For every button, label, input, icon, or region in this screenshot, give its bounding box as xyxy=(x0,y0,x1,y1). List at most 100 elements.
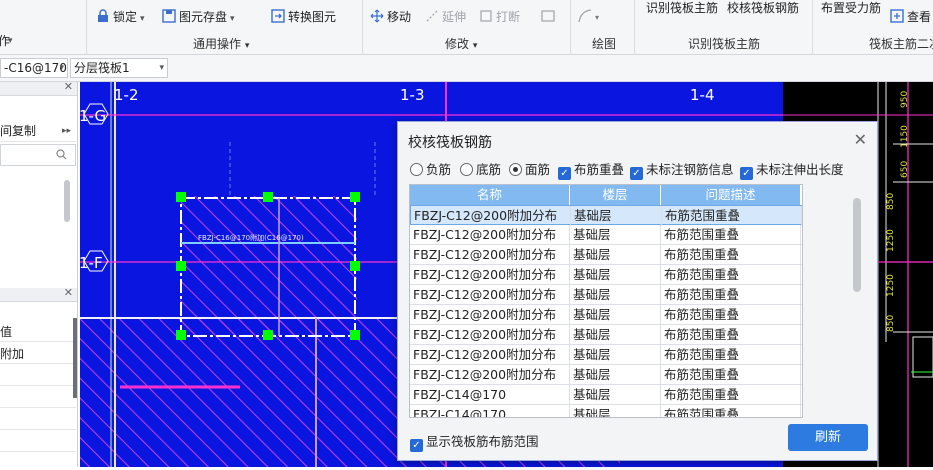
break-button[interactable]: 打断 xyxy=(479,9,520,25)
table-row[interactable]: FBZJ-C12@200附加分布 基础层 布筋范围重叠 xyxy=(410,305,802,325)
place-force-bar-button[interactable]: 布置受力筋 xyxy=(821,0,881,16)
table-row[interactable]: FBZJ-C12@200附加分布 基础层 布筋范围重叠 xyxy=(410,325,802,345)
table-cell-issue: 布筋范围重叠 xyxy=(661,405,801,417)
ribbon-separator xyxy=(362,0,363,54)
selected-slab-hatch xyxy=(180,196,357,334)
rebar-select[interactable]: -C16@170(▾ xyxy=(0,58,68,78)
check-rebar-button[interactable]: 校核筏板钢筋 xyxy=(727,0,799,16)
grip-handle[interactable] xyxy=(350,192,360,202)
checkbox-label: 显示筏板筋布筋范围 xyxy=(426,434,539,449)
ribbon-separator xyxy=(570,0,571,54)
move-button[interactable]: 移动 xyxy=(370,9,411,25)
grip-handle[interactable] xyxy=(176,330,186,340)
check-no-extension[interactable]: ✓ 未标注伸出长度 xyxy=(740,162,844,180)
table-cell-issue: 布筋范围重叠 xyxy=(661,265,801,285)
arc-draw-icon[interactable]: ▾ xyxy=(577,8,603,24)
table-cell-name: FBZJ-C12@200附加分布 xyxy=(410,365,570,385)
lock-icon xyxy=(98,9,108,22)
radio-negative[interactable]: 负筋 xyxy=(410,162,451,178)
identify-main-button[interactable]: 识别筏板主筋 xyxy=(646,0,718,16)
grip-handle[interactable] xyxy=(263,192,273,202)
checkbox-label: 布筋重叠 xyxy=(574,162,625,177)
radio-icon xyxy=(509,163,522,176)
close-icon[interactable]: ✕ xyxy=(854,130,867,149)
check-overlap[interactable]: ✓ 布筋重叠 xyxy=(558,162,624,180)
radio-label: 负筋 xyxy=(426,162,452,177)
radio-top[interactable]: 面筋 xyxy=(509,162,550,178)
show-range-checkbox[interactable]: ✓ 显示筏板筋布筋范围 xyxy=(410,431,539,452)
grip-handle[interactable] xyxy=(176,192,186,202)
table-cell-floor: 基础层 xyxy=(570,345,661,365)
search-input[interactable] xyxy=(0,144,76,166)
table-cell-issue: 布筋范围重叠 xyxy=(661,305,801,325)
convert-element-button[interactable]: 转换图元 xyxy=(271,9,336,25)
lock-label: 锁定 xyxy=(113,10,138,24)
property-row xyxy=(0,432,76,452)
save-element-label: 图元存盘 xyxy=(179,10,228,24)
layer-select[interactable]: 分层筏板1 ▾ xyxy=(70,58,168,78)
extend-button[interactable]: 延伸 xyxy=(425,9,466,25)
axis-label: 1-F xyxy=(80,254,103,272)
table-cell-floor: 基础层 xyxy=(570,305,661,325)
view-icon xyxy=(890,9,904,23)
close-icon[interactable]: ✕ xyxy=(64,286,73,299)
axis-label: 1-2 xyxy=(114,86,139,104)
table-cell-issue: 布筋范围重叠 xyxy=(661,225,801,245)
scrollbar-thumb[interactable] xyxy=(853,198,861,292)
grip-handle[interactable] xyxy=(350,330,360,340)
table-cell-floor: 基础层 xyxy=(570,225,661,245)
checkbox-checked-icon: ✓ xyxy=(558,167,571,180)
property-toolbar: -C16@170(▾ 分层筏板1 ▾ xyxy=(0,55,933,82)
property-row: 值 xyxy=(0,322,76,342)
panel-header: ✕ xyxy=(0,82,77,96)
table-row[interactable]: FBZJ-C12@200附加分布 基础层 布筋范围重叠 xyxy=(410,225,802,245)
table-cell-name: FBZJ-C14@170 xyxy=(410,385,570,405)
axis-label: 1-G xyxy=(80,107,106,125)
expand-icon[interactable]: ▸▸ xyxy=(62,120,71,141)
table-cell-floor: 基础层 xyxy=(571,206,662,226)
edit-icon[interactable] xyxy=(541,9,557,23)
column-header-name[interactable]: 名称 xyxy=(410,185,570,205)
search-icon[interactable] xyxy=(56,149,67,160)
move-icon xyxy=(370,9,384,23)
chevron-down-icon[interactable]: ▾ xyxy=(8,33,13,49)
convert-element-label: 转换图元 xyxy=(288,10,337,24)
table-row[interactable]: FBZJ-C12@200附加分布 基础层 布筋范围重叠 xyxy=(410,245,802,265)
left-panel: ✕ 间复制 ▸▸ ✕ 值 附加 xyxy=(0,82,78,467)
dimension-label: 1250 xyxy=(886,274,896,297)
table-cell-issue: 布筋范围重叠 xyxy=(661,385,801,405)
list-item[interactable]: 间复制 ▸▸ xyxy=(0,120,76,142)
table-row[interactable]: FBZJ-C12@200附加分布 基础层 布筋范围重叠 xyxy=(410,205,802,226)
splitter-handle[interactable] xyxy=(73,318,77,398)
table-row[interactable]: FBZJ-C12@200附加分布 基础层 布筋范围重叠 xyxy=(410,365,802,385)
chevron-down-icon: ▾ xyxy=(59,63,64,73)
group-general-label: 通用操作 ▾ xyxy=(193,37,250,51)
table-cell-name: FBZJ-C12@200附加分布 xyxy=(410,305,570,325)
issues-table: 名称 楼层 问题描述 FBZJ-C12@200附加分布 基础层 布筋范围重叠 FBZJ… xyxy=(409,184,803,418)
group-modify-label: 修改 ▾ xyxy=(445,37,478,51)
grip-handle[interactable] xyxy=(176,261,186,271)
dimension-label: 850 xyxy=(886,193,896,210)
table-row[interactable]: FBZJ-C12@200附加分布 基础层 布筋范围重叠 xyxy=(410,345,802,365)
property-row xyxy=(0,410,76,430)
table-row[interactable]: FBZJ-C14@170 基础层 布筋范围重叠 xyxy=(410,385,802,405)
dimension-label: 1150 xyxy=(900,125,910,148)
view-button[interactable]: 查看 xyxy=(890,9,931,25)
table-row[interactable]: FBZJ-C14@170 基础层 布筋范围重叠 xyxy=(410,405,802,417)
close-icon[interactable]: ✕ xyxy=(64,82,73,93)
table-row[interactable]: FBZJ-C12@200附加分布 基础层 布筋范围重叠 xyxy=(410,265,802,285)
save-element-button[interactable]: 图元存盘 ▾ xyxy=(162,9,235,27)
refresh-button[interactable]: 刷新 xyxy=(788,424,868,451)
column-header-floor[interactable]: 楼层 xyxy=(570,185,661,205)
scrollbar-thumb[interactable] xyxy=(64,180,70,222)
extend-label: 延伸 xyxy=(442,10,467,24)
ribbon-separator xyxy=(634,0,635,54)
column-header-issue[interactable]: 问题描述 xyxy=(661,185,801,205)
check-no-rebar-info[interactable]: ✓ 未标注钢筋信息 xyxy=(630,162,734,180)
grip-handle[interactable] xyxy=(263,330,273,340)
table-row[interactable]: FBZJ-C12@200附加分布 基础层 布筋范围重叠 xyxy=(410,285,802,305)
lock-button[interactable]: 锁定 ▾ xyxy=(96,9,145,27)
checkbox-label: 未标注伸出长度 xyxy=(756,162,844,177)
grip-handle[interactable] xyxy=(350,261,360,271)
radio-bottom[interactable]: 底筋 xyxy=(460,162,501,178)
